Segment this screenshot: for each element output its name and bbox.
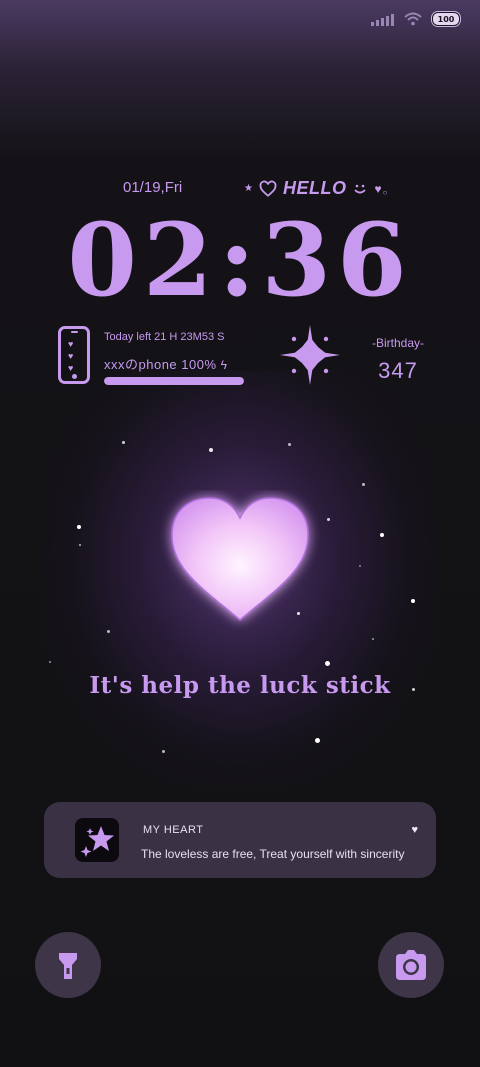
- battery-progress-bar: [104, 377, 244, 385]
- small-star-icon: ★: [244, 183, 253, 194]
- wifi-icon: [404, 12, 422, 26]
- charging-icon: ϟ: [220, 358, 228, 372]
- battery-percent: 100%: [181, 357, 217, 372]
- camera-button[interactable]: [378, 932, 444, 998]
- date-label: 01/19,Fri: [123, 179, 183, 196]
- signal-icon: [371, 12, 394, 26]
- notification-message: The loveless are free, Treat yourself wi…: [141, 847, 405, 861]
- smile-icon: [354, 184, 367, 193]
- battery-level: 100: [437, 14, 455, 24]
- countdown-text: Today left 21 H 23M53 S: [104, 331, 225, 343]
- device-name: xxxのphone: [104, 357, 178, 372]
- notification-card[interactable]: MY HEART The loveless are free, Treat yo…: [44, 802, 436, 878]
- birthday-widget[interactable]: -Birthday- 347: [360, 336, 436, 384]
- app-icon: [75, 818, 119, 862]
- status-bar: 100: [371, 12, 460, 26]
- heart-outline-icon: [259, 180, 277, 197]
- small-circle-icon: ○: [382, 188, 388, 197]
- battery-progress-fill: [104, 377, 244, 385]
- birthday-label: -Birthday-: [371, 336, 424, 350]
- battery-icon: 100: [432, 12, 460, 26]
- notification-app-name: MY HEART: [143, 824, 204, 836]
- clock-time: 02:36: [67, 201, 413, 319]
- heart-icon: ♥: [411, 824, 418, 836]
- flashlight-icon: [59, 953, 77, 979]
- birthday-days: 347: [378, 358, 418, 383]
- flashlight-button[interactable]: [35, 932, 101, 998]
- sparkle-star-icon: [80, 826, 114, 857]
- greeting-group: ★ HELLO ♥ ○: [244, 178, 387, 199]
- sparkle-star-icon: [280, 325, 340, 385]
- small-heart-icon: ♥: [374, 181, 382, 196]
- glowing-heart-icon: [171, 497, 309, 621]
- phone-icon: ♥ ♥ ♥: [58, 326, 90, 384]
- device-battery-line: xxxのphone 100% ϟ: [104, 354, 228, 373]
- date-line: 01/19,Fri ★ HELLO ♥ ○: [0, 178, 480, 202]
- camera-icon: [396, 950, 426, 980]
- slogan-text: It's help the luck stick: [89, 672, 391, 699]
- greeting-text: HELLO: [282, 178, 347, 198]
